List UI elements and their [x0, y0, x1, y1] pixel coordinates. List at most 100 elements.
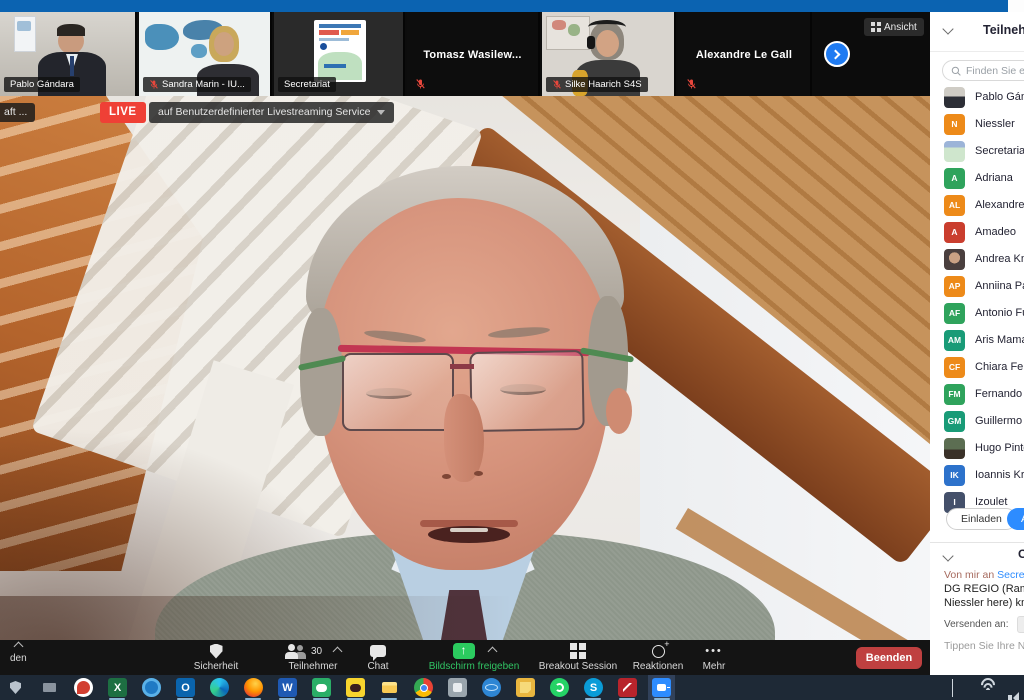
muted-mic-icon — [686, 78, 697, 90]
media-app-icon[interactable] — [74, 678, 93, 697]
gray-app-icon[interactable] — [448, 678, 467, 697]
clipped-meeting-info-pill: aft ... — [0, 103, 35, 122]
participants-button[interactable]: 30 Teilnehmer — [268, 643, 358, 672]
video-tile-sandra[interactable]: Sandra Marin - IU... — [139, 12, 272, 96]
breakout-rooms-icon — [570, 643, 577, 650]
tray-expand-button[interactable] — [952, 680, 953, 698]
participant-name: Hugo Pinto — [975, 442, 1024, 454]
video-tile-secretariat[interactable]: Secretariat — [274, 12, 405, 96]
reactions-button[interactable]: Reaktionen — [622, 643, 694, 672]
chat-label: Chat — [367, 661, 388, 672]
shield-icon — [210, 644, 223, 659]
share-screen-button[interactable]: ↑ Bildschirm freigeben — [410, 643, 538, 672]
participant-row[interactable]: Pablo Gándara — [930, 84, 1024, 110]
participant-row[interactable]: Secretariat — [930, 138, 1024, 164]
participant-row[interactable]: Hugo Pinto — [930, 435, 1024, 461]
participant-row[interactable]: IK Ioannis Kroustal — [930, 462, 1024, 488]
chat-button[interactable]: Chat — [352, 643, 404, 672]
chevron-up-icon[interactable] — [487, 646, 497, 656]
chat-message-line: Niessler here) know — [944, 596, 1024, 610]
top-strip-corner — [1008, 0, 1024, 12]
avatar: AM — [944, 330, 965, 351]
avatar: N — [944, 114, 965, 135]
muted-mic-icon — [552, 79, 562, 90]
next-videos-button[interactable] — [824, 41, 850, 67]
poster-bridge — [324, 64, 346, 68]
video-tile-pablo[interactable]: Pablo Gándara — [0, 12, 137, 96]
view-button[interactable]: Ansicht — [864, 18, 924, 36]
mute-all-button[interactable]: Alle stummschalten — [1007, 508, 1024, 530]
breakout-label: Breakout Session — [539, 661, 617, 672]
whatsapp-icon[interactable] — [550, 678, 569, 697]
kakaotalk-icon[interactable] — [346, 678, 365, 697]
participant-name: Guillermo Martí — [975, 415, 1024, 427]
poster-orange-word — [341, 30, 359, 35]
reactions-smiley-icon — [652, 645, 665, 658]
toolbar-clipped-control[interactable]: den — [10, 643, 27, 664]
participant-row[interactable]: AP Anniina Palmu — [930, 273, 1024, 299]
participant-row[interactable]: AF Antonio Fuster — [930, 300, 1024, 326]
collapse-panel-icon[interactable] — [942, 23, 953, 34]
grid-view-icon — [871, 22, 875, 26]
poster-eu-circle — [320, 43, 327, 50]
speaker-icon[interactable] — [1008, 692, 1022, 700]
firefox-icon[interactable] — [244, 678, 263, 697]
participant-row[interactable]: N Niessler — [930, 111, 1024, 137]
participants-header: Teilnehmer — [930, 12, 1024, 52]
participant-name: Aris Mamasioula — [975, 334, 1024, 346]
edge-icon[interactable] — [210, 678, 229, 697]
more-button[interactable]: ••• Mehr — [692, 643, 736, 672]
participant-name: Pablo Gándara — [975, 91, 1024, 103]
outlook-icon[interactable]: O — [176, 678, 195, 697]
chevron-up-icon[interactable] — [333, 646, 343, 656]
video-tile-silke[interactable]: Silke Haarich S4S — [542, 12, 676, 96]
participants-footer: Einladen Alle stummschalten — [930, 504, 1024, 538]
remote-desktop-icon[interactable] — [40, 678, 59, 697]
sticky-notes-icon[interactable] — [516, 678, 535, 697]
chat-message: Von mir an Secretariat: (Privat) DG REGI… — [944, 568, 1024, 610]
participant-search-input[interactable]: Finden Sie einen Teilnehmer — [942, 60, 1024, 81]
globe-app-icon[interactable] — [482, 678, 501, 697]
zoom-icon[interactable] — [652, 678, 671, 697]
tile-center-name: Alexandre Le Gall — [678, 49, 810, 61]
participant-row[interactable]: CF Chiara Ferrera_F — [930, 354, 1024, 380]
video-tile-tomasz[interactable]: Tomasz Wasilew... — [407, 12, 540, 96]
chat-bubble-icon — [370, 645, 386, 657]
bottom-shadow — [0, 596, 930, 640]
headphones-band — [588, 20, 626, 34]
chevron-up-icon — [952, 679, 953, 697]
participant-row[interactable]: A Amadeo — [930, 219, 1024, 245]
send-to-dropdown[interactable]: Secr... — [1017, 616, 1024, 633]
skype-icon[interactable]: S — [584, 678, 603, 697]
muted-mic-icon — [149, 79, 159, 90]
security-button[interactable]: Sicherheit — [185, 643, 247, 672]
end-meeting-button[interactable]: Beenden — [856, 647, 922, 669]
tile-name-label: Secretariat — [278, 77, 336, 92]
livestream-service-pill[interactable]: auf Benutzerdefinierter Livestreaming Se… — [149, 102, 394, 123]
participant-row[interactable]: A Adriana — [930, 165, 1024, 191]
word-icon[interactable]: W — [278, 678, 297, 697]
participant-row[interactable]: Andrea Knapp — [930, 246, 1024, 272]
breakout-button[interactable]: Breakout Session — [525, 643, 631, 672]
participant-row[interactable]: AM Aris Mamasioula — [930, 327, 1024, 353]
excel-icon[interactable]: X — [108, 678, 127, 697]
video-tile-alexandre[interactable]: Alexandre Le Gall — [678, 12, 812, 96]
chevron-right-icon — [831, 49, 841, 59]
worldmap-africa — [191, 44, 207, 58]
file-explorer-icon[interactable] — [380, 678, 399, 697]
screen: Pablo Gándara Sandra Marin - IU... — [0, 0, 1024, 700]
blue-ring-app-icon[interactable] — [142, 678, 161, 697]
pdf-editor-icon[interactable] — [618, 678, 637, 697]
chrome-icon[interactable] — [414, 678, 433, 697]
share-label: Bildschirm freigeben — [429, 661, 520, 672]
participant-row[interactable]: FM Fernando M. — [930, 381, 1024, 407]
collapse-chat-icon[interactable] — [942, 550, 953, 561]
wifi-icon[interactable] — [980, 680, 996, 692]
chat-input[interactable]: Tippen Sie Ihre Nachricht — [944, 640, 1024, 652]
more-dots-icon: ••• — [705, 646, 723, 656]
participant-row[interactable]: GM Guillermo Martí — [930, 408, 1024, 434]
security-app-icon[interactable] — [6, 678, 25, 697]
wechat-icon[interactable] — [312, 678, 331, 697]
avatar: GM — [944, 411, 965, 432]
participant-row[interactable]: AL Alexandre Le Gall — [930, 192, 1024, 218]
